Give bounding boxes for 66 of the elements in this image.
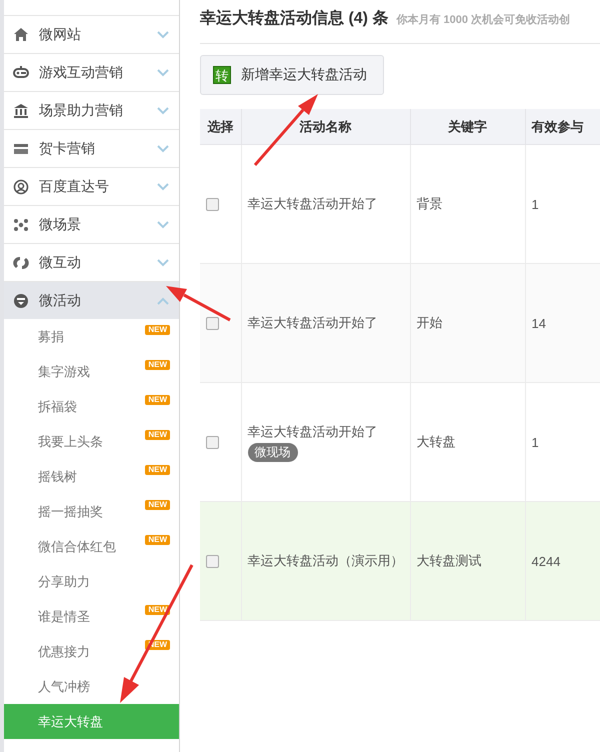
chevron-icon bbox=[157, 258, 169, 266]
row-checkbox[interactable] bbox=[206, 436, 219, 448]
column-header: 选择 bbox=[200, 109, 241, 144]
annotation-arrow bbox=[166, 286, 231, 322]
keyword-cell: 大转盘测试 bbox=[416, 553, 482, 568]
submenu-item[interactable]: 微信合体红包 NEW bbox=[4, 529, 179, 564]
submenu-item[interactable]: 募捐 NEW bbox=[4, 319, 179, 354]
column-header: 有效参与 bbox=[525, 109, 600, 144]
quota-hint: 你本月有 1000 次机会可免收活动创 bbox=[396, 12, 570, 27]
menu-icon bbox=[13, 216, 29, 232]
sidebar-item[interactable]: 贺卡营销 bbox=[4, 130, 179, 168]
activity-name: 幸运大转盘活动（演示用） bbox=[248, 552, 404, 570]
menu-icon bbox=[13, 292, 29, 308]
new-badge: NEW bbox=[145, 360, 170, 370]
submenu-item[interactable]: 集字游戏 NEW bbox=[4, 354, 179, 389]
submenu-item[interactable]: 幸运大转盘 bbox=[4, 704, 179, 739]
column-header: 活动名称 bbox=[241, 109, 410, 144]
sidebar-item[interactable]: 游戏互动营销 bbox=[4, 54, 179, 92]
chevron-icon bbox=[157, 182, 169, 190]
keyword-cell: 背景 bbox=[416, 196, 442, 211]
new-badge: NEW bbox=[145, 535, 170, 545]
new-badge: NEW bbox=[145, 430, 170, 440]
sidebar-item[interactable]: 微活动 bbox=[4, 282, 179, 319]
sidebar-item[interactable]: 微场景 bbox=[4, 206, 179, 244]
menu-icon bbox=[13, 26, 29, 42]
new-badge: NEW bbox=[145, 500, 170, 510]
keyword-cell: 开始 bbox=[416, 315, 442, 330]
count-cell: 1 bbox=[532, 196, 539, 212]
page-title: 幸运大转盘活动信息 (4) 条 bbox=[200, 8, 388, 29]
submenu-item[interactable]: 谁是情圣 NEW bbox=[4, 599, 179, 634]
submenu-item[interactable]: 摇钱树 NEW bbox=[4, 459, 179, 494]
new-badge: NEW bbox=[145, 465, 170, 475]
activity-name: 幸运大转盘活动开始了 bbox=[248, 422, 378, 440]
submenu-item[interactable]: 我要上头条 NEW bbox=[4, 424, 179, 459]
chevron-icon bbox=[157, 296, 169, 304]
sidebar-item[interactable]: 百度直达号 bbox=[4, 168, 179, 206]
menu-icon bbox=[13, 178, 29, 194]
sidebar-item[interactable]: 微网站 bbox=[4, 16, 179, 54]
menu-icon bbox=[13, 102, 29, 118]
activity-name: 幸运大转盘活动开始了 bbox=[248, 195, 378, 213]
submenu-item[interactable]: 拆福袋 NEW bbox=[4, 389, 179, 424]
chevron-icon bbox=[157, 68, 169, 76]
new-badge: NEW bbox=[145, 395, 170, 405]
activity-name: 幸运大转盘活动开始了 bbox=[248, 314, 378, 332]
row-checkbox[interactable] bbox=[206, 554, 219, 568]
count-cell: 1 bbox=[532, 434, 539, 450]
chevron-icon bbox=[157, 220, 169, 228]
activity-tag: 微现场 bbox=[248, 442, 298, 462]
submenu-item[interactable]: 人气冲榜 bbox=[4, 669, 179, 704]
submenu-item[interactable]: 分享助力 bbox=[4, 564, 179, 599]
column-header: 关键字 bbox=[410, 109, 525, 144]
menu-icon bbox=[13, 254, 29, 270]
new-badge: NEW bbox=[145, 325, 170, 335]
keyword-cell: 大转盘 bbox=[416, 434, 456, 449]
count-cell: 4244 bbox=[532, 554, 560, 568]
add-activity-button[interactable]: 转 新增幸运大转盘活动 bbox=[200, 55, 384, 95]
chevron-icon bbox=[157, 106, 169, 114]
row-checkbox[interactable] bbox=[206, 198, 219, 210]
sidebar-item[interactable]: 场景助力营销 bbox=[4, 92, 179, 130]
wheel-icon: 转 bbox=[213, 66, 231, 84]
count-cell: 14 bbox=[532, 316, 546, 330]
row-checkbox[interactable] bbox=[206, 316, 219, 330]
menu-icon bbox=[13, 64, 29, 80]
submenu-item[interactable]: 摇一摇抽奖 NEW bbox=[4, 494, 179, 529]
chevron-icon bbox=[157, 30, 169, 38]
chevron-icon bbox=[157, 144, 169, 152]
